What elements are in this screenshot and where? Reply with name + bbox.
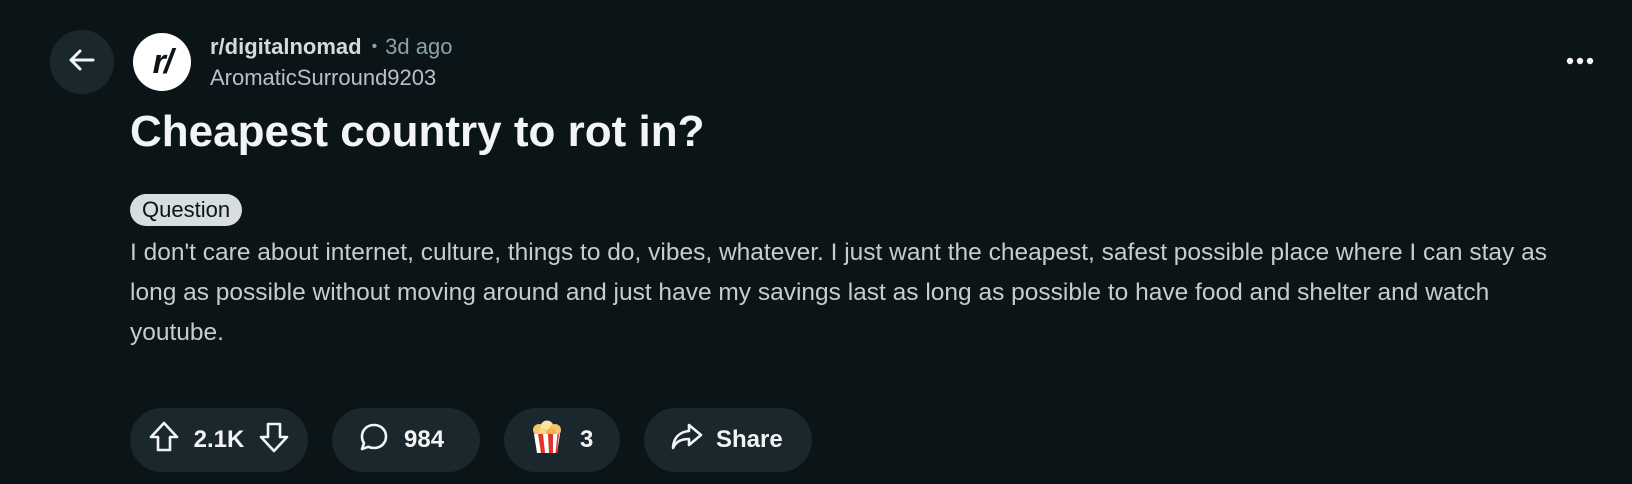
share-label: Share xyxy=(716,426,783,453)
comment-count: 984 xyxy=(404,426,445,453)
post-body: I don't care about internet, culture, th… xyxy=(130,239,1547,346)
post-title: Cheapest country to rot in? xyxy=(130,107,705,156)
vote-control: 2.1K xyxy=(130,408,308,472)
arrow-up-icon xyxy=(148,420,180,461)
action-bar: 2.1K 984 3 Share xyxy=(130,408,812,472)
back-button[interactable] xyxy=(50,30,114,94)
post-flair[interactable]: Question xyxy=(130,194,243,226)
downvote-button[interactable] xyxy=(254,420,294,460)
subreddit-avatar-text: r/ xyxy=(152,42,174,81)
subreddit-avatar[interactable]: r/ xyxy=(133,33,191,91)
more-options-button[interactable] xyxy=(1556,44,1604,80)
share-button[interactable]: Share xyxy=(644,408,812,472)
speech-bubble-icon xyxy=(358,421,390,460)
comments-button[interactable]: 984 xyxy=(332,408,480,472)
post-time: 3d ago xyxy=(385,34,453,59)
arrow-down-icon xyxy=(258,420,290,461)
share-arrow-icon xyxy=(670,422,704,459)
subreddit-link[interactable]: r/digitalnomad xyxy=(210,34,362,60)
popcorn-icon xyxy=(530,419,564,462)
ellipsis-icon xyxy=(1565,53,1595,71)
arrow-left-icon xyxy=(67,45,97,80)
award-count: 3 xyxy=(580,426,594,453)
author-link[interactable]: AromaticSurround9203 xyxy=(210,63,436,93)
post-meta: r/digitalnomad • 3d ago xyxy=(210,31,452,63)
meta-separator: • xyxy=(371,38,378,55)
vote-score: 2.1K xyxy=(193,426,245,453)
awards-button[interactable]: 3 xyxy=(504,408,620,472)
upvote-button[interactable] xyxy=(144,420,184,460)
